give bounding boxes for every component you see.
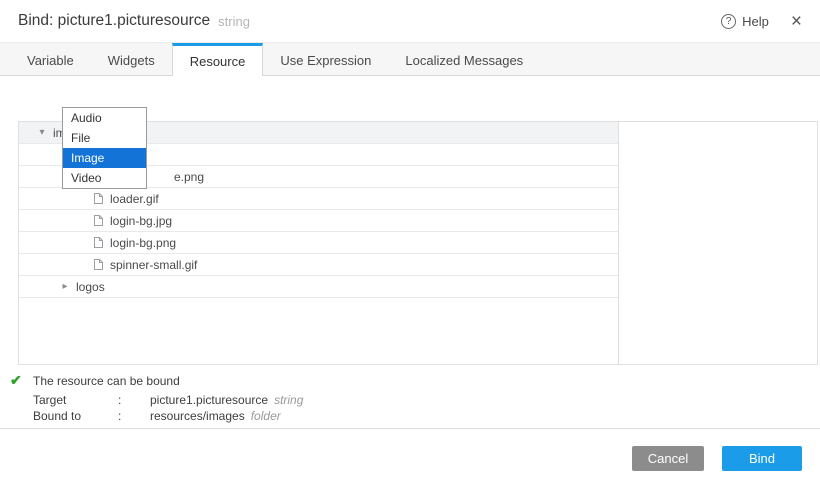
tab-use-expression[interactable]: Use Expression <box>263 43 388 75</box>
help-label: Help <box>742 14 769 29</box>
help-icon: ? <box>721 14 736 29</box>
dropdown-option-image[interactable]: Image <box>63 148 146 168</box>
dialog-title-type-hint: string <box>218 14 250 29</box>
file-icon <box>93 236 104 249</box>
tree-row-label: e.png <box>174 170 204 184</box>
caret-down-icon[interactable]: ▾ <box>36 127 48 138</box>
tab-strip: Variable Widgets Resource Use Expression… <box>0 42 820 76</box>
tree-row-logos-folder[interactable]: ▸ logos <box>19 276 618 298</box>
target-label: Target <box>33 393 118 407</box>
bind-status: ✔ The resource can be bound Target : pic… <box>10 372 303 424</box>
tree-row-spinner-small-gif[interactable]: spinner-small.gif <box>19 254 618 276</box>
help-button[interactable]: ? Help <box>721 14 769 29</box>
bind-dialog: Bind: picture1.picturesource string ? He… <box>0 0 820 486</box>
close-icon[interactable]: × <box>791 12 802 31</box>
tab-variable[interactable]: Variable <box>10 43 91 75</box>
file-icon <box>93 214 104 227</box>
dropdown-option-audio[interactable]: Audio <box>63 108 146 128</box>
dropdown-option-video[interactable]: Video <box>63 168 146 188</box>
tree-row-label: login-bg.jpg <box>110 214 172 228</box>
tree-row-loader-gif[interactable]: loader.gif <box>19 188 618 210</box>
tree-row-label: loader.gif <box>110 192 159 206</box>
file-icon <box>93 192 104 205</box>
tab-widgets[interactable]: Widgets <box>91 43 172 75</box>
caret-right-icon[interactable]: ▸ <box>59 281 71 292</box>
target-value: picture1.picturesource <box>150 393 268 407</box>
bind-button[interactable]: Bind <box>722 446 802 471</box>
cancel-button[interactable]: Cancel <box>632 446 704 471</box>
target-type: string <box>274 393 303 407</box>
resource-preview-pane <box>619 122 817 364</box>
dialog-title: Bind: picture1.picturesource <box>18 12 210 30</box>
type-dropdown-list: Audio File Image Video <box>62 107 147 189</box>
bound-to-value: resources/images <box>150 409 245 423</box>
tab-resource[interactable]: Resource <box>172 43 264 76</box>
status-message: The resource can be bound <box>33 374 180 388</box>
tree-row-label: spinner-small.gif <box>110 258 197 272</box>
file-icon <box>93 258 104 271</box>
tree-row-label: logos <box>76 280 105 294</box>
title-bar: Bind: picture1.picturesource string ? He… <box>0 0 820 42</box>
footer-divider <box>0 428 820 429</box>
check-icon: ✔ <box>10 372 33 389</box>
bound-to-label: Bound to <box>33 409 118 423</box>
tab-localized-messages[interactable]: Localized Messages <box>388 43 540 75</box>
tree-row-label: login-bg.png <box>110 236 176 250</box>
tree-row-login-bg-jpg[interactable]: login-bg.jpg <box>19 210 618 232</box>
bound-to-type: folder <box>251 409 281 423</box>
dropdown-option-file[interactable]: File <box>63 128 146 148</box>
tree-row-login-bg-png[interactable]: login-bg.png <box>19 232 618 254</box>
